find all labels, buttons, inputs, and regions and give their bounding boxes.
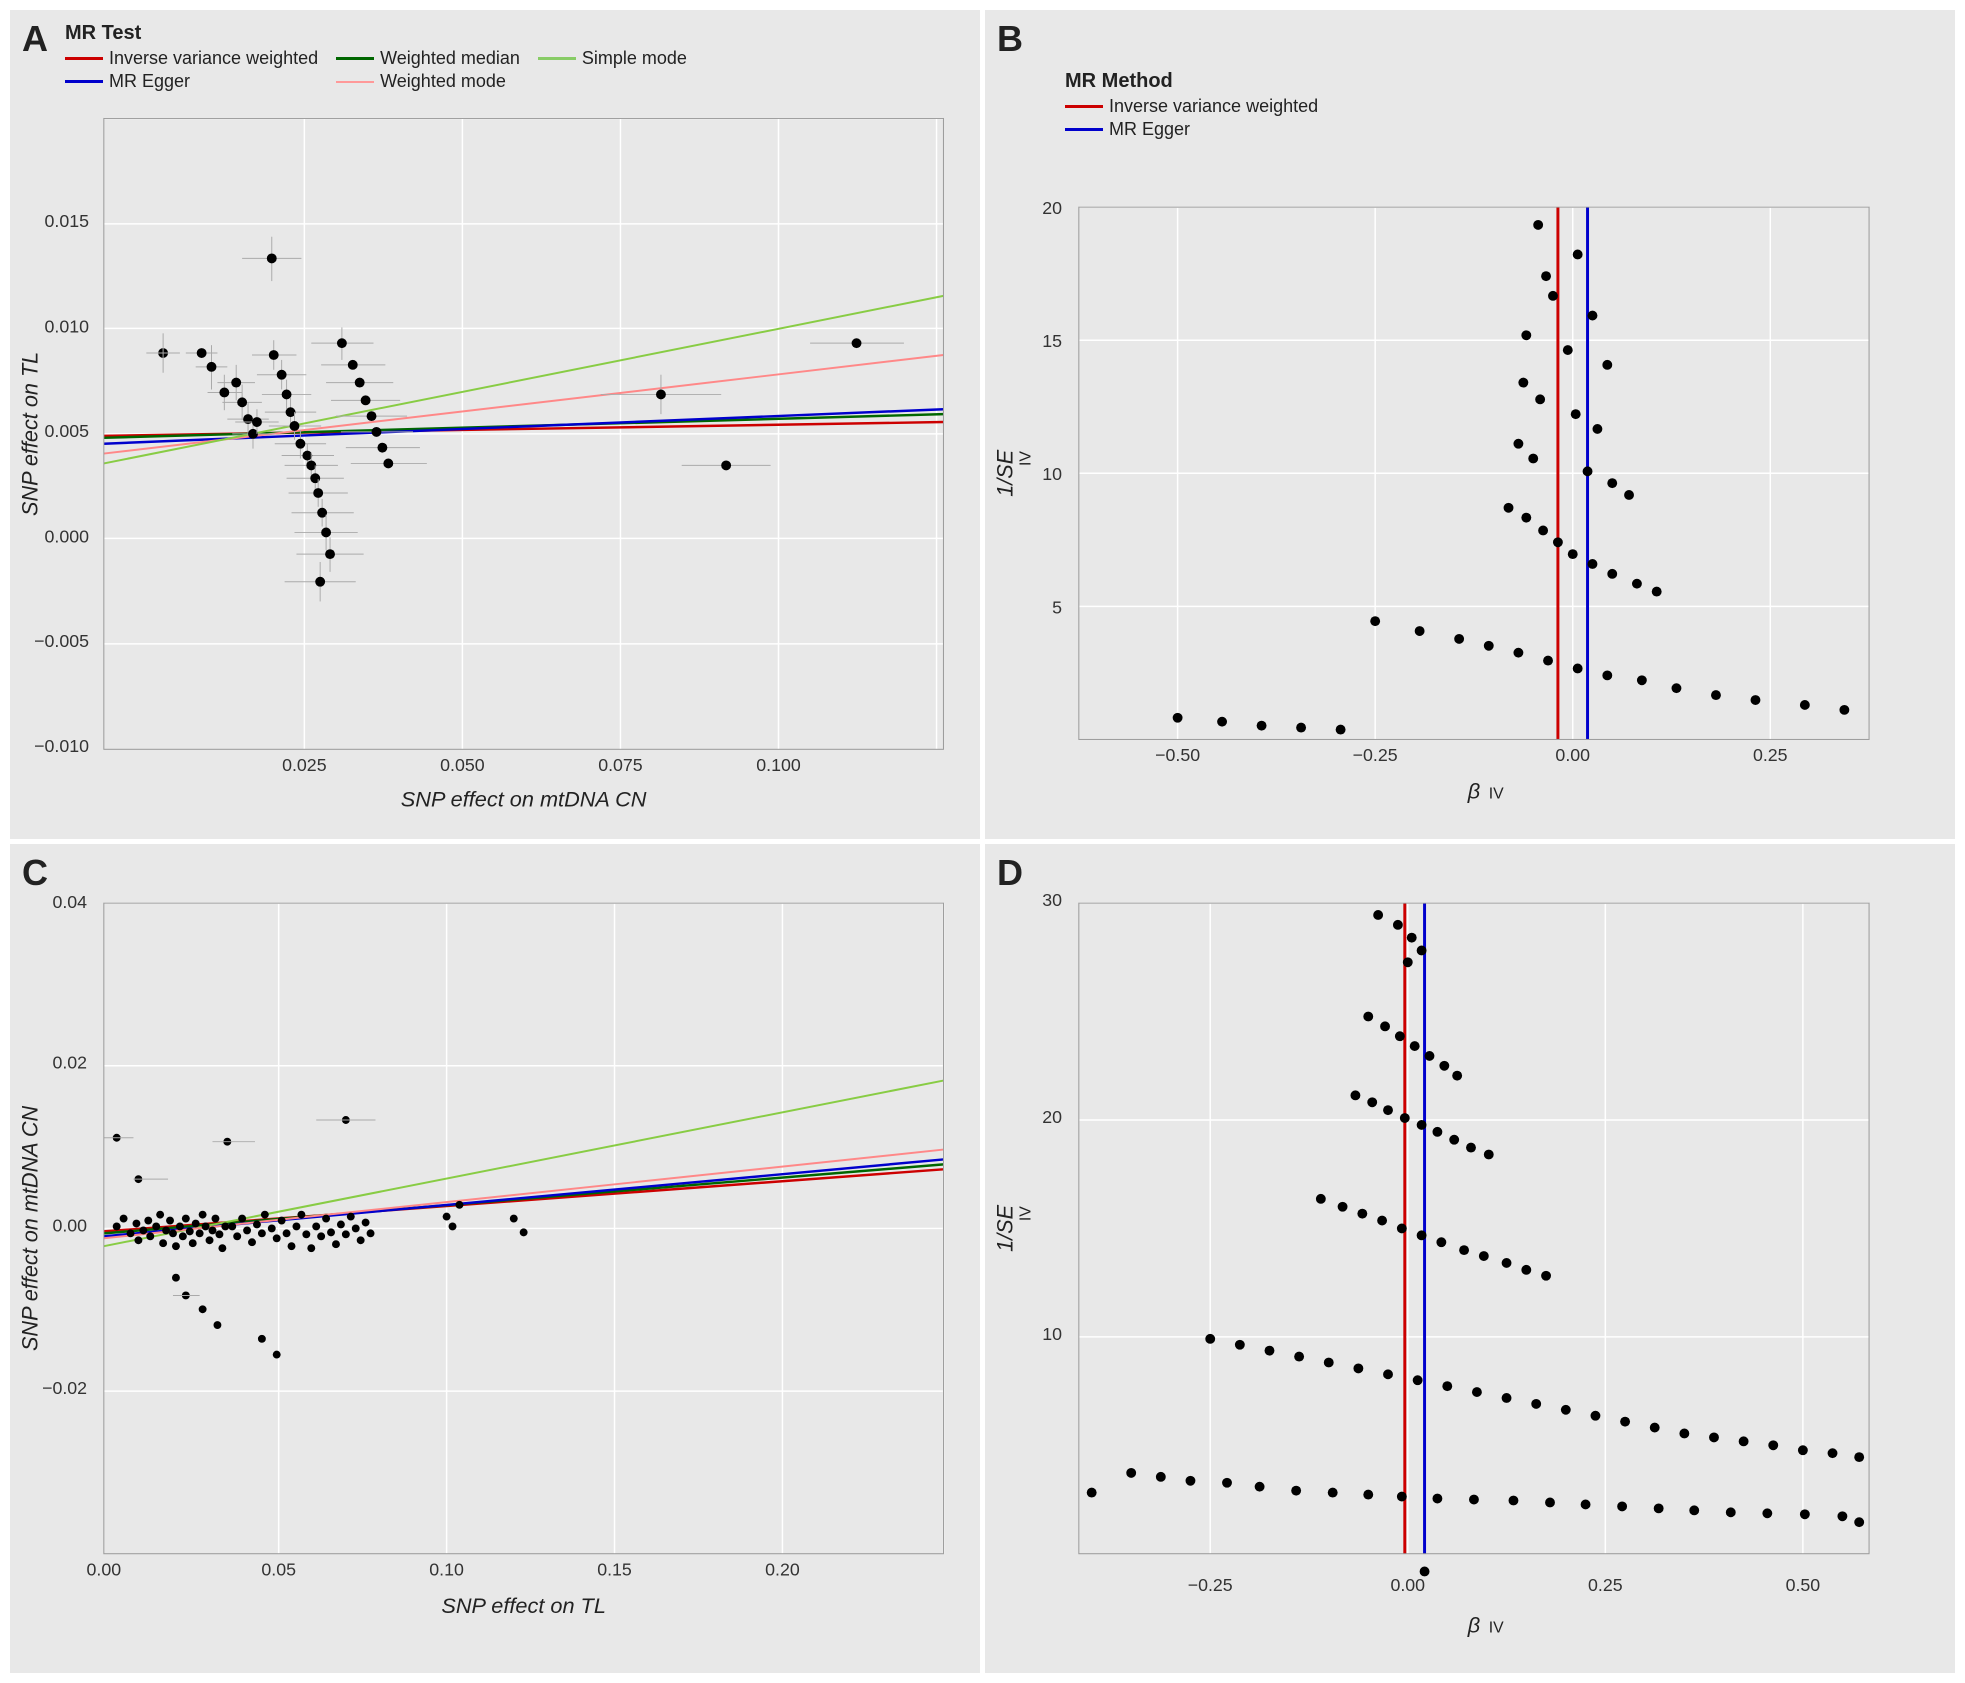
- chart-d-svg: −0.25 0.00 0.25 0.50 10 20 30 β IV 1/SE …: [985, 844, 1955, 1673]
- panel-a-label: A: [22, 18, 48, 60]
- svg-text:10: 10: [1042, 1324, 1062, 1344]
- svg-text:−0.010: −0.010: [34, 736, 89, 756]
- svg-text:0.100: 0.100: [756, 755, 801, 775]
- svg-text:10: 10: [1042, 464, 1062, 484]
- panel-c-label: C: [22, 852, 48, 894]
- svg-text:15: 15: [1042, 331, 1062, 351]
- svg-text:5: 5: [1052, 597, 1062, 617]
- svg-text:−0.02: −0.02: [42, 1378, 87, 1398]
- svg-text:SNP effect on mtDNA CN: SNP effect on mtDNA CN: [401, 786, 647, 811]
- panel-b: B MR Method Inverse variance weighted MR…: [985, 10, 1955, 839]
- svg-text:−0.005: −0.005: [34, 631, 89, 651]
- svg-text:0.00: 0.00: [87, 1559, 122, 1579]
- svg-text:0.00: 0.00: [1555, 745, 1590, 765]
- svg-text:0.50: 0.50: [1786, 1575, 1821, 1595]
- panel-c: C: [10, 844, 980, 1673]
- svg-text:0.000: 0.000: [45, 526, 90, 546]
- svg-text:β: β: [1467, 1613, 1480, 1638]
- svg-text:20: 20: [1042, 1107, 1062, 1127]
- svg-text:SNP effect on TL: SNP effect on TL: [441, 1593, 606, 1618]
- svg-text:β: β: [1467, 779, 1480, 804]
- svg-text:IV: IV: [1017, 451, 1034, 466]
- svg-text:0.25: 0.25: [1753, 745, 1788, 765]
- svg-text:SNP effect on mtDNA CN: SNP effect on mtDNA CN: [18, 1106, 43, 1352]
- svg-text:0.15: 0.15: [597, 1559, 632, 1579]
- svg-text:0.015: 0.015: [45, 211, 90, 231]
- chart-a-svg: 0.025 0.050 0.075 0.100 −0.010 −0.005 0.…: [10, 10, 980, 839]
- svg-text:0.025: 0.025: [282, 755, 327, 775]
- svg-text:IV: IV: [1489, 1620, 1504, 1637]
- svg-text:1/SE: 1/SE: [993, 1204, 1018, 1252]
- svg-text:IV: IV: [1489, 786, 1504, 803]
- svg-text:0.00: 0.00: [52, 1215, 87, 1235]
- svg-text:IV: IV: [1017, 1206, 1034, 1221]
- svg-text:0.05: 0.05: [261, 1559, 296, 1579]
- svg-text:0.00: 0.00: [1390, 1575, 1425, 1595]
- svg-text:1/SE: 1/SE: [993, 449, 1018, 497]
- svg-text:0.25: 0.25: [1588, 1575, 1623, 1595]
- svg-text:0.005: 0.005: [45, 421, 90, 441]
- svg-text:30: 30: [1042, 890, 1062, 910]
- svg-text:0.010: 0.010: [45, 316, 90, 336]
- main-container: A MR Test Inverse variance weighted MR E…: [0, 0, 1965, 1683]
- chart-c-svg: 0.00 0.05 0.10 0.15 0.20 −0.02 0.00 0.02…: [10, 844, 980, 1673]
- svg-text:SNP effect on TL: SNP effect on TL: [18, 352, 43, 516]
- svg-text:−0.25: −0.25: [1353, 745, 1398, 765]
- panel-d-label: D: [997, 852, 1023, 894]
- svg-text:−0.25: −0.25: [1188, 1575, 1233, 1595]
- svg-text:0.02: 0.02: [52, 1053, 87, 1073]
- svg-text:0.075: 0.075: [598, 755, 643, 775]
- svg-text:0.04: 0.04: [52, 892, 87, 912]
- svg-text:0.10: 0.10: [429, 1559, 464, 1579]
- svg-text:20: 20: [1042, 198, 1062, 218]
- svg-text:0.050: 0.050: [440, 755, 485, 775]
- chart-b-svg: −0.50 −0.25 0.00 0.25 5 10 15 20 β IV 1/…: [985, 10, 1955, 839]
- svg-text:−0.50: −0.50: [1155, 745, 1200, 765]
- svg-text:0.20: 0.20: [765, 1559, 800, 1579]
- panel-a: A MR Test Inverse variance weighted MR E…: [10, 10, 980, 839]
- panel-b-label: B: [997, 18, 1023, 60]
- panel-d: D: [985, 844, 1955, 1673]
